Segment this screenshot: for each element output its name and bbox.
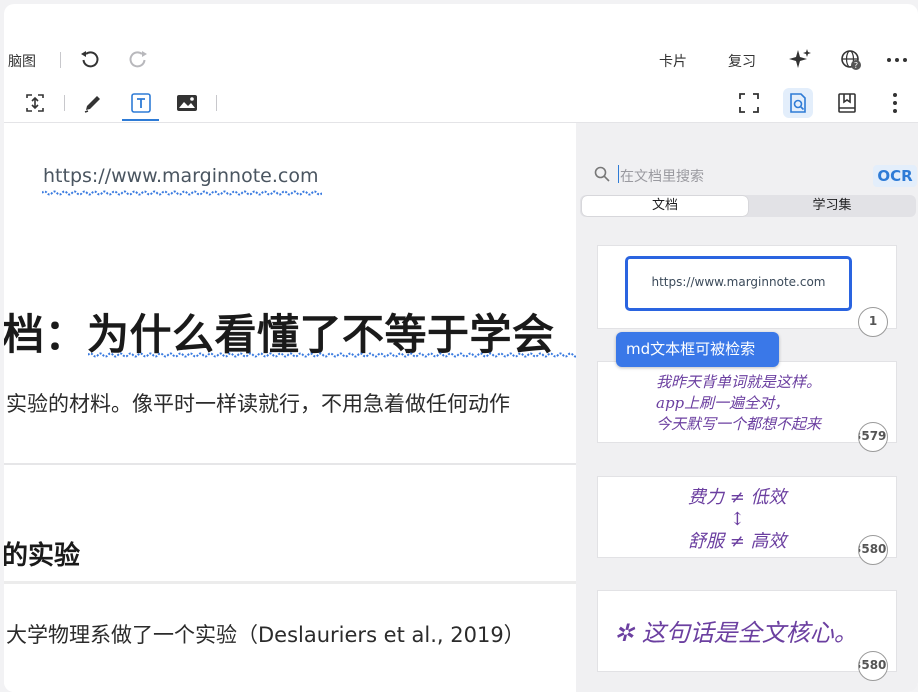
tool-toolbar: [4, 84, 918, 122]
search-icon: [592, 164, 612, 184]
handwriting-line: ↕: [729, 509, 745, 530]
document-subheading: 的实验: [4, 541, 81, 571]
document-paragraph: 实验的材料。像平时一样读就行，不用急着做任何动作: [6, 392, 510, 416]
page-number-badge: 35801: [858, 651, 888, 681]
web-globe-icon[interactable]: ?: [838, 47, 864, 73]
review-button[interactable]: 复习: [728, 51, 756, 71]
toolbar-divider: [60, 52, 61, 68]
redo-icon[interactable]: [126, 48, 150, 72]
toolbar-divider: [216, 95, 217, 111]
search-result-item[interactable]: 我昨天背单词就是这样。 app上刷一遍全对， 今天默写一个都想不起来 35795: [597, 361, 897, 452]
image-icon[interactable]: [174, 90, 200, 116]
section-divider: [4, 581, 576, 584]
handwritten-snippet: 我昨天背单词就是这样。 app上刷一遍全对， 今天默写一个都想不起来: [656, 372, 821, 435]
more-vertical-icon[interactable]: [884, 90, 906, 116]
page-number-badge: 1: [858, 307, 888, 337]
document-search-icon[interactable]: [783, 88, 813, 118]
search-panel: 在文档里搜索 OCR 文档 学习集 https://www.marginnote…: [576, 123, 918, 692]
page-number-badge: 35800: [858, 535, 888, 565]
heading-wavy-underline: [88, 352, 576, 358]
document-url-text[interactable]: https://www.marginnote.com: [43, 165, 318, 187]
fit-page-icon[interactable]: [22, 90, 48, 116]
bookmark-book-icon[interactable]: [834, 90, 860, 116]
ai-sparkle-icon[interactable]: [787, 46, 813, 72]
handwriting-line: 费力 ≠ 低效: [688, 487, 787, 508]
page-number-badge: 35795: [858, 422, 888, 452]
text-box-icon[interactable]: [128, 90, 154, 116]
pen-icon[interactable]: [80, 90, 106, 116]
document-paragraph: 大学物理系做了一个实验（Deslauriers et al., 2019）: [6, 623, 525, 647]
search-result-item[interactable]: ✲ 这句话是全文核心。 35801: [597, 590, 897, 681]
mindmap-button[interactable]: 脑图: [8, 51, 36, 71]
fullscreen-icon[interactable]: [736, 90, 762, 116]
svg-text:?: ?: [854, 61, 858, 70]
section-divider: [4, 463, 576, 465]
scope-segmented-control: 文档 学习集: [580, 195, 916, 217]
app-window: 脑图 卡片 复习 ? https://www.marginnote.com 档：…: [4, 4, 918, 692]
toolbar-divider: [64, 95, 65, 111]
card-button[interactable]: 卡片: [659, 51, 687, 71]
undo-icon[interactable]: [78, 48, 102, 72]
callout-tooltip: md文本框可被检索: [616, 332, 779, 367]
result-snippet: https://www.marginnote.com: [651, 275, 826, 289]
result-highlight-box: https://www.marginnote.com: [625, 256, 852, 311]
document-search-field[interactable]: 在文档里搜索: [580, 159, 865, 189]
segment-document[interactable]: 文档: [582, 196, 748, 216]
handwritten-snippet: ✲ 这句话是全文核心。: [614, 619, 858, 647]
handwritten-snippet: 费力 ≠ 低效 ↕ 舒服 ≠ 高效: [688, 487, 787, 553]
search-placeholder: 在文档里搜索: [620, 169, 704, 185]
active-tool-indicator: [122, 119, 159, 121]
handwriting-line: 今天默写一个都想不起来: [656, 415, 822, 433]
search-hit-underline: [42, 190, 322, 196]
ocr-button[interactable]: OCR: [873, 165, 917, 187]
segment-study-set[interactable]: 学习集: [750, 196, 914, 216]
document-view[interactable]: https://www.marginnote.com 档：为什么看懂了不等于学会…: [4, 123, 576, 692]
more-horizontal-icon[interactable]: [884, 48, 910, 72]
handwriting-line: app上刷一遍全对，: [656, 394, 790, 412]
handwriting-line: 我昨天背单词就是这样。: [656, 373, 822, 391]
handwriting-line: 舒服 ≠ 高效: [688, 531, 787, 552]
text-caret: [618, 165, 619, 183]
search-result-item[interactable]: https://www.marginnote.com 1: [597, 245, 897, 337]
top-toolbar: 脑图 卡片 复习 ?: [4, 42, 918, 78]
search-result-item[interactable]: 费力 ≠ 低效 ↕ 舒服 ≠ 高效 35800: [597, 476, 897, 565]
